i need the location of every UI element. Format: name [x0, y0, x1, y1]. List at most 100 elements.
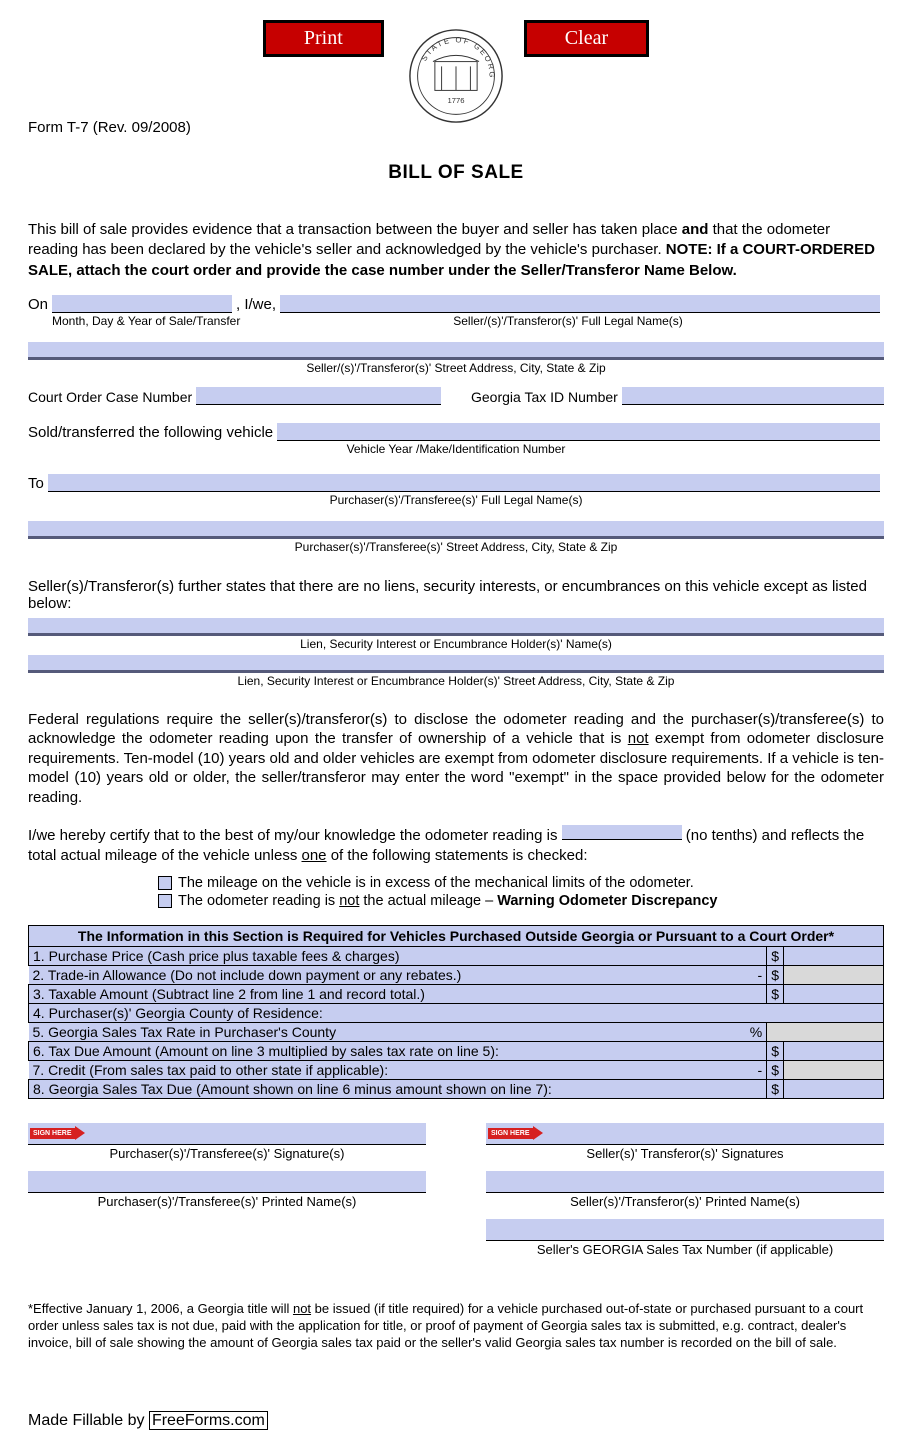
lien-address-input[interactable] [28, 655, 884, 673]
seller-address-input[interactable] [28, 342, 884, 360]
purchaser-signature-column: SIGN HERE Purchaser(s)'/Transferee(s)' S… [28, 1123, 426, 1267]
checkbox-group: The mileage on the vehicle is in excess … [158, 875, 884, 909]
row2-label: 2. Trade-in Allowance (Do not include do… [33, 967, 462, 983]
row5-amount[interactable] [767, 1023, 884, 1042]
footnote: *Effective January 1, 2006, a Georgia ti… [28, 1301, 884, 1352]
row6-dollar: $ [767, 1042, 784, 1061]
date-seller-row: On , I/we, [28, 295, 884, 313]
purchaser-sig-caption: Purchaser(s)'/Transferee(s)' Signature(s… [28, 1146, 426, 1161]
seller-printed-name-input[interactable] [486, 1171, 884, 1193]
seller-name-input[interactable] [280, 295, 880, 313]
clear-button-wrap: Clear [524, 20, 649, 57]
row8-dollar: $ [767, 1080, 784, 1099]
purchaser-printed-name-input[interactable] [28, 1171, 426, 1193]
to-label: To [28, 475, 44, 492]
lien-name-input[interactable] [28, 618, 884, 636]
print-button[interactable]: Print [266, 23, 381, 54]
iwe-label: , I/we, [236, 296, 276, 313]
certify-c: of the following statements is checked: [327, 847, 588, 864]
document-title: BILL OF SALE [28, 162, 884, 184]
court-tax-row: Court Order Case Number Georgia Tax ID N… [28, 387, 884, 405]
document-page: Print Clear STATE OF GEORGIA 1776 Form T… [0, 0, 912, 1450]
row8-amount[interactable] [784, 1080, 884, 1099]
caption-purchaser-name: Purchaser(s)'/Transferee(s)' Full Legal … [28, 493, 884, 507]
print-button-wrap: Print [263, 20, 384, 57]
tax-id-input[interactable] [622, 387, 884, 405]
caption-purchaser-addr: Purchaser(s)'/Transferee(s)' Street Addr… [28, 540, 884, 554]
purchaser-name-input[interactable] [48, 474, 880, 492]
row7-label: 7. Credit (From sales tax paid to other … [33, 1062, 389, 1078]
on-label: On [28, 296, 48, 313]
seller-signature-column: SIGN HERE Seller(s)' Transferor(s)' Sign… [486, 1123, 884, 1267]
sold-label: Sold/transferred the following vehicle [28, 424, 273, 441]
row3-dollar: $ [767, 985, 784, 1004]
freeforms-link[interactable]: FreeForms.com [149, 1411, 268, 1430]
row6-amount[interactable] [784, 1042, 884, 1061]
seller-tax-number-input[interactable] [486, 1219, 884, 1241]
seller-tax-caption: Seller's GEORGIA Sales Tax Number (if ap… [486, 1242, 884, 1257]
intro-paragraph: This bill of sale provides evidence that… [28, 220, 884, 281]
svg-text:STATE OF GEORGIA: STATE OF GEORGIA [408, 28, 497, 79]
row5-percent: % [750, 1024, 762, 1040]
row4-label[interactable]: 4. Purchaser(s)' Georgia County of Resid… [29, 1004, 884, 1023]
row1-dollar: $ [767, 947, 784, 966]
fed-not: not [628, 730, 649, 747]
federal-paragraph: Federal regulations require the seller(s… [28, 710, 884, 808]
caption-lien-name: Lien, Security Interest or Encumbrance H… [28, 637, 884, 651]
sign-here-icon: SIGN HERE [488, 1126, 547, 1140]
checkbox-row-2: The odometer reading is not the actual m… [158, 893, 884, 909]
row1-label: 1. Purchase Price (Cash price plus taxab… [29, 947, 767, 966]
footnote-not: not [293, 1301, 311, 1316]
certify-one: one [302, 847, 327, 864]
tax-id-label: Georgia Tax ID Number [471, 389, 618, 405]
checkbox-excess[interactable] [158, 876, 172, 890]
row7-amount[interactable] [784, 1061, 884, 1080]
intro-and: and [682, 221, 709, 238]
row1-amount[interactable] [784, 947, 884, 966]
checkbox-discrepancy[interactable] [158, 894, 172, 908]
clear-button[interactable]: Clear [527, 23, 646, 54]
made-fillable-by: Made Fillable by FreeForms.com [28, 1412, 884, 1430]
row2-dollar: $ [767, 966, 784, 985]
row5-label: 5. Georgia Sales Tax Rate in Purchaser's… [33, 1024, 337, 1040]
row7-minus: - [758, 1062, 763, 1078]
table-header: The Information in this Section is Requi… [29, 926, 884, 947]
sale-date-input[interactable] [52, 295, 232, 313]
caption-vehicle: Vehicle Year /Make/Identification Number [28, 442, 884, 456]
checkbox-row-1: The mileage on the vehicle is in excess … [158, 875, 884, 891]
purchaser-signature-input[interactable]: SIGN HERE [28, 1123, 426, 1145]
caption-seller-addr: Seller/(s)'/Transferor(s)' Street Addres… [28, 361, 884, 375]
svg-text:1776: 1776 [447, 96, 464, 105]
court-order-input[interactable] [196, 387, 441, 405]
seller-name-caption: Seller(s)'/Transferor(s)' Printed Name(s… [486, 1194, 884, 1209]
caption-seller-name: Seller/(s)'/Transferor(s)' Full Legal Na… [252, 314, 884, 328]
row7-dollar: $ [767, 1061, 784, 1080]
caption-date: Month, Day & Year of Sale/Transfer [52, 314, 252, 328]
certify-a: I/we hereby certify that to the best of … [28, 827, 562, 844]
odometer-input[interactable] [562, 825, 682, 840]
row3-label: 3. Taxable Amount (Subtract line 2 from … [29, 985, 767, 1004]
tax-info-table: The Information in this Section is Requi… [28, 925, 884, 1099]
caption-lien-addr: Lien, Security Interest or Encumbrance H… [28, 674, 884, 688]
seller-signature-input[interactable]: SIGN HERE [486, 1123, 884, 1145]
signature-area: SIGN HERE Purchaser(s)'/Transferee(s)' S… [28, 1123, 884, 1267]
purchaser-row: To [28, 474, 884, 492]
vehicle-input[interactable] [277, 423, 880, 441]
checkbox-label-2: The odometer reading is not the actual m… [178, 893, 717, 909]
made-by-text: Made Fillable by [28, 1412, 149, 1429]
row8-label: 8. Georgia Sales Tax Due (Amount shown o… [29, 1080, 767, 1099]
vehicle-row: Sold/transferred the following vehicle [28, 423, 884, 441]
seller-sig-caption: Seller(s)' Transferor(s)' Signatures [486, 1146, 884, 1161]
intro-text-1: This bill of sale provides evidence that… [28, 221, 682, 238]
row2-amount[interactable] [784, 966, 884, 985]
row6-label: 6. Tax Due Amount (Amount on line 3 mult… [29, 1042, 767, 1061]
purchaser-address-input[interactable] [28, 521, 884, 539]
row2-minus: - [758, 967, 763, 983]
checkbox-label-1: The mileage on the vehicle is in excess … [178, 875, 694, 891]
certify-paragraph: I/we hereby certify that to the best of … [28, 825, 884, 865]
court-order-label: Court Order Case Number [28, 389, 192, 405]
purchaser-name-caption: Purchaser(s)'/Transferee(s)' Printed Nam… [28, 1194, 426, 1209]
footnote-a: *Effective January 1, 2006, a Georgia ti… [28, 1301, 293, 1316]
row3-amount[interactable] [784, 985, 884, 1004]
sign-here-icon: SIGN HERE [30, 1126, 89, 1140]
